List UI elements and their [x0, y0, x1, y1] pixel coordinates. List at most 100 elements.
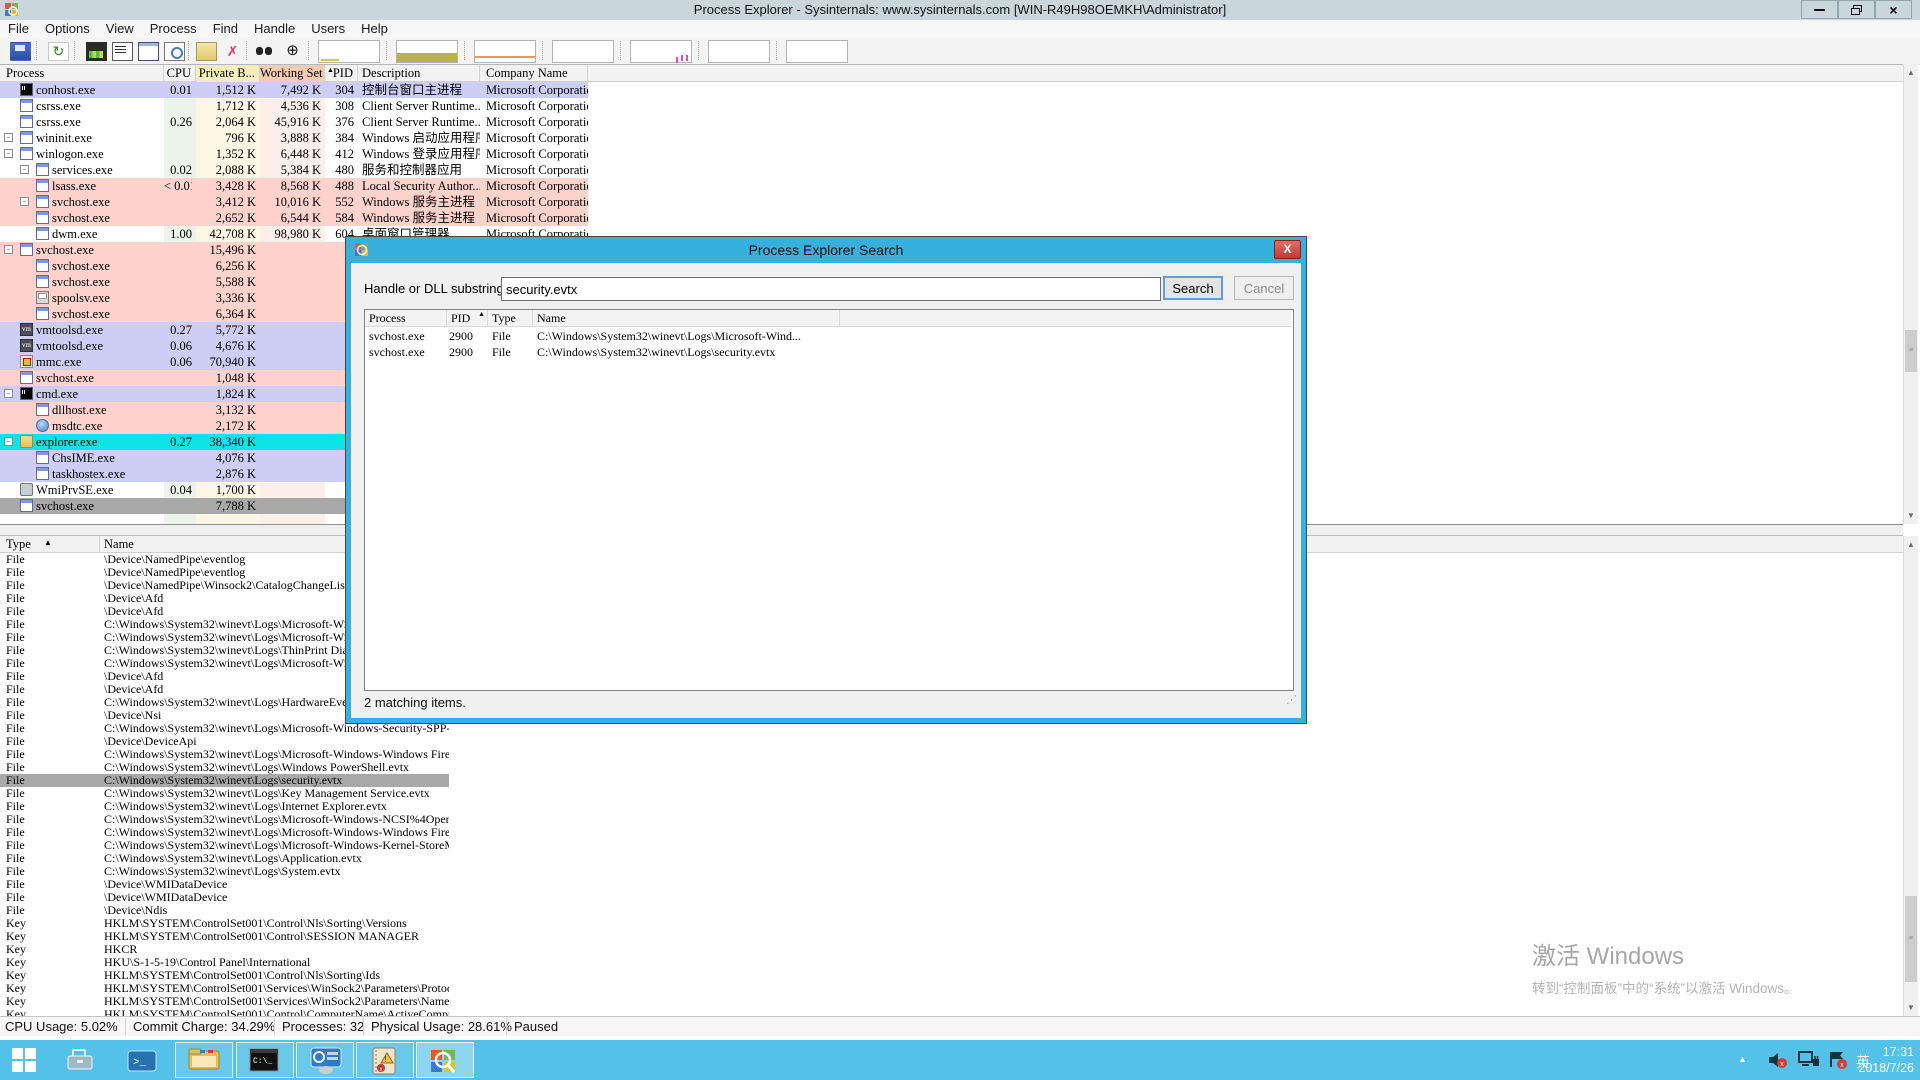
process-row[interactable]: −wininit.exe796 K3,888 K384Windows 启动应用程… [0, 130, 588, 146]
tray-chevron-icon[interactable]: ▲ [1738, 1054, 1747, 1064]
dialog-close-button[interactable]: X [1274, 240, 1301, 259]
handle-row[interactable]: KeyHKLM\SYSTEM\ControlSet001\Control\Com… [0, 1008, 449, 1016]
handle-row[interactable]: KeyHKLM\SYSTEM\ControlSet001\Control\SES… [0, 930, 449, 943]
result-column-pid[interactable]: PID▲ [447, 310, 488, 327]
taskbar-app-process-explorer[interactable] [416, 1042, 474, 1078]
resize-grip[interactable]: ⋰ [1286, 693, 1297, 706]
column-header-description[interactable]: Description [358, 65, 480, 82]
menu-view[interactable]: View [98, 20, 142, 37]
cancel-button[interactable]: Cancel [1234, 276, 1294, 300]
start-button[interactable] [12, 1048, 48, 1074]
view-dlls-icon[interactable] [164, 42, 185, 61]
properties-icon[interactable] [196, 42, 217, 61]
scroll-down-icon[interactable]: ▼ [1904, 507, 1918, 524]
search-button[interactable]: Search [1163, 276, 1223, 300]
refresh-icon[interactable]: ↻ [48, 42, 69, 61]
column-header-privateb[interactable]: Private B... [196, 65, 260, 82]
result-row[interactable]: svchost.exe2900FileC:\Windows\System32\w… [365, 344, 1293, 360]
minimize-button[interactable] [1801, 0, 1838, 19]
commit-history-graph[interactable] [396, 40, 458, 63]
handle-pane-scrollbar[interactable]: ▲ ≡ ▼ [1903, 536, 1918, 1016]
process-row[interactable]: conhost.exe0.011,512 K7,492 K304控制台窗口主进程… [0, 82, 588, 98]
handle-row[interactable]: FileC:\Windows\System32\winevt\Logs\Micr… [0, 839, 449, 852]
handle-row[interactable]: KeyHKCR [0, 943, 449, 956]
process-row[interactable]: csrss.exe0.262,064 K45,916 K376Client Se… [0, 114, 588, 130]
show-lower-pane-icon[interactable] [138, 42, 159, 61]
handle-row[interactable]: KeyHKLM\SYSTEM\ControlSet001\Control\Nls… [0, 917, 449, 930]
scroll-down-icon[interactable]: ▼ [1904, 999, 1918, 1016]
server-manager-icon[interactable] [66, 1048, 96, 1077]
handle-row[interactable]: FileC:\Windows\System32\winevt\Logs\Inte… [0, 800, 449, 813]
tree-expander-icon[interactable]: − [4, 133, 13, 142]
handle-row[interactable]: FileC:\Windows\System32\winevt\Logs\Micr… [0, 826, 449, 839]
file-explorer-icon[interactable] [188, 1047, 222, 1078]
network-history-graph[interactable] [708, 40, 770, 63]
taskbar-app-file-explorer[interactable] [175, 1042, 233, 1078]
computer-management-icon[interactable] [309, 1047, 343, 1080]
process-row[interactable]: −services.exe0.022,088 K5,384 K480服务和控制器… [0, 162, 588, 178]
handle-row[interactable]: FileC:\Windows\System32\winevt\Logs\secu… [0, 774, 449, 787]
disk-history-graph[interactable] [630, 40, 692, 63]
column-header-workingset[interactable]: Working Set [260, 65, 325, 82]
menu-file[interactable]: File [0, 20, 37, 37]
column-header-process[interactable]: Process [0, 65, 164, 82]
handle-row[interactable]: File\Device\Ndis [0, 904, 449, 917]
handle-row[interactable]: File\Device\WMIDataDevice [0, 891, 449, 904]
result-row[interactable]: svchost.exe2900FileC:\Windows\System32\w… [365, 328, 1293, 344]
taskbar-app-computer-management[interactable] [296, 1042, 354, 1078]
handle-row[interactable]: FileC:\Windows\System32\winevt\Logs\Appl… [0, 852, 449, 865]
process-row[interactable]: csrss.exe1,712 K4,536 K308Client Server … [0, 98, 588, 114]
handle-row[interactable]: File\Device\WMIDataDevice [0, 878, 449, 891]
process-row[interactable]: svchost.exe2,652 K6,544 K584Windows 服务主进… [0, 210, 588, 226]
powershell-icon[interactable]: >_ [127, 1049, 157, 1078]
menu-help[interactable]: Help [353, 20, 396, 37]
gpu-history-graph[interactable] [552, 40, 614, 63]
menu-handle[interactable]: Handle [246, 20, 303, 37]
handle-row[interactable]: KeyHKLM\SYSTEM\ControlSet001\Services\Wi… [0, 995, 449, 1008]
event-viewer-icon[interactable]: !x [369, 1047, 399, 1080]
io-history-graph[interactable] [474, 40, 536, 63]
process-row[interactable]: −svchost.exe3,412 K10,016 K552Windows 服务… [0, 194, 588, 210]
network-icon[interactable] [1798, 1051, 1820, 1069]
taskbar-app-command-prompt[interactable]: C:\_ [236, 1042, 294, 1078]
tree-expander-icon[interactable]: − [4, 149, 13, 158]
taskbar-clock[interactable]: 17:31 2018/7/26 [1858, 1044, 1914, 1076]
tree-expander-icon[interactable]: − [4, 389, 13, 398]
tree-expander-icon[interactable]: − [20, 197, 29, 206]
tree-expander-icon[interactable]: − [4, 245, 13, 254]
blank-graph[interactable] [786, 40, 848, 63]
scroll-up-icon[interactable]: ▲ [1904, 64, 1918, 81]
process-row[interactable]: lsass.exe< 0.013,428 K8,568 K488Local Se… [0, 178, 588, 194]
kill-process-icon[interactable]: ✗ [222, 42, 243, 61]
handle-row[interactable]: FileC:\Windows\System32\winevt\Logs\Micr… [0, 813, 449, 826]
menu-process[interactable]: Process [142, 20, 205, 37]
handle-row[interactable]: FileC:\Windows\System32\winevt\Logs\Key … [0, 787, 449, 800]
result-column-type[interactable]: Type [488, 310, 533, 327]
find-handles-icon[interactable] [254, 42, 275, 61]
process-pane-scrollbar[interactable]: ▲ ≡ ▼ [1903, 64, 1918, 524]
command-prompt-icon[interactable]: C:\_ [249, 1047, 279, 1078]
handle-row[interactable]: FileC:\Windows\System32\winevt\Logs\Wind… [0, 761, 449, 774]
handle-row[interactable]: KeyHKLM\SYSTEM\ControlSet001\Control\Nls… [0, 969, 449, 982]
column-header-companyname[interactable]: Company Name [480, 65, 588, 82]
dialog-titlebar[interactable]: Process Explorer Search [346, 237, 1306, 263]
handle-row[interactable]: File\Device\DeviceApi [0, 735, 449, 748]
handle-row[interactable]: FileC:\Windows\System32\winevt\Logs\Micr… [0, 748, 449, 761]
action-center-flag-icon[interactable]: x [1828, 1050, 1848, 1070]
restore-button[interactable] [1838, 0, 1875, 19]
find-window-icon[interactable]: ⊕ [282, 42, 303, 61]
scrollbar-thumb[interactable]: ≡ [1905, 896, 1917, 982]
menu-find[interactable]: Find [205, 20, 246, 37]
scroll-up-icon[interactable]: ▲ [1904, 536, 1918, 553]
scrollbar-thumb[interactable]: ≡ [1905, 330, 1917, 372]
process-row[interactable]: −winlogon.exe1,352 K6,448 K412Windows 登录… [0, 146, 588, 162]
handle-row[interactable]: FileC:\Windows\System32\winevt\Logs\Syst… [0, 865, 449, 878]
menu-options[interactable]: Options [37, 20, 98, 37]
show-process-tree-icon[interactable] [112, 42, 133, 61]
menu-users[interactable]: Users [303, 20, 353, 37]
substring-input[interactable] [501, 277, 1161, 301]
tree-expander-icon[interactable]: − [4, 437, 13, 446]
tree-expander-icon[interactable]: − [20, 165, 29, 174]
save-icon[interactable] [10, 42, 31, 61]
result-column-process[interactable]: Process [365, 310, 447, 327]
